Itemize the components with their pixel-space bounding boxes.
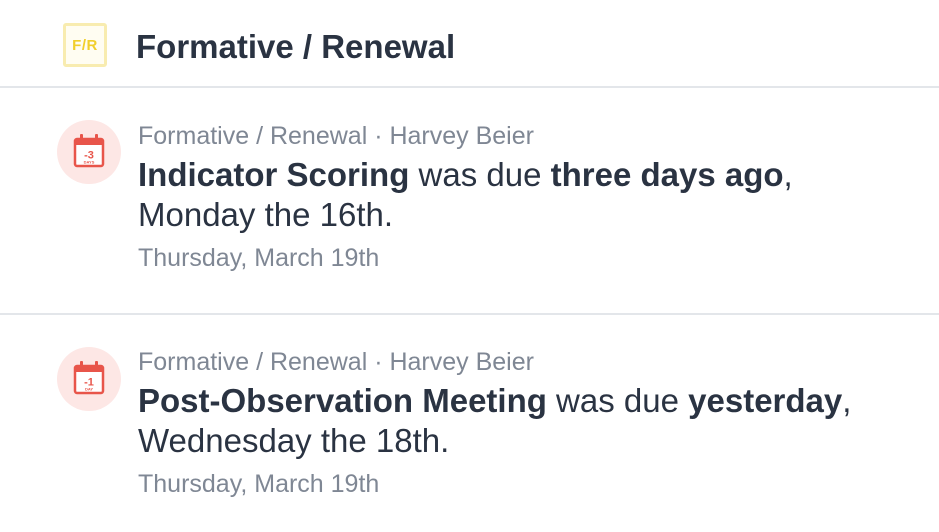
due-date-text: Monday the 16th. [138,196,394,233]
task-name[interactable]: Post-Observation Meeting [138,382,547,419]
formative-renewal-badge: F/R [63,23,107,67]
task-name[interactable]: Indicator Scoring [138,156,409,193]
notification-timestamp: Thursday, March 19th [138,244,380,272]
was-due-text: was due [546,382,689,419]
notification-meta: Formative / Renewal · Harvey Beier [138,348,534,376]
notification-item[interactable]: -1 DAY Formative / Renewal · Harvey Beie… [0,317,939,532]
notification-item[interactable]: -3 DAYS Formative / Renewal · Harvey Bei… [0,90,939,315]
notification-timestamp: Thursday, March 19th [138,470,380,498]
calendar-overdue-icon: -3 DAYS [57,120,121,184]
notification-message: Indicator Scoring was due three days ago… [138,155,918,235]
notification-meta: Formative / Renewal · Harvey Beier [138,122,534,150]
was-due-text: was due [409,156,551,193]
due-date-text: Wednesday the 18th. [138,422,450,459]
notification-message: Post-Observation Meeting was due yesterd… [138,381,918,461]
relative-due: yesterday [688,382,843,419]
comma: , [783,156,793,193]
calendar-overdue-icon: -1 DAY [57,347,121,411]
section-title[interactable]: Formative / Renewal [136,27,455,67]
calendar-unit: DAYS [84,160,95,165]
relative-due: three days ago [550,156,784,193]
comma: , [842,382,852,419]
calendar-unit: DAY [85,387,93,392]
section-header: F/R Formative / Renewal [0,0,939,88]
